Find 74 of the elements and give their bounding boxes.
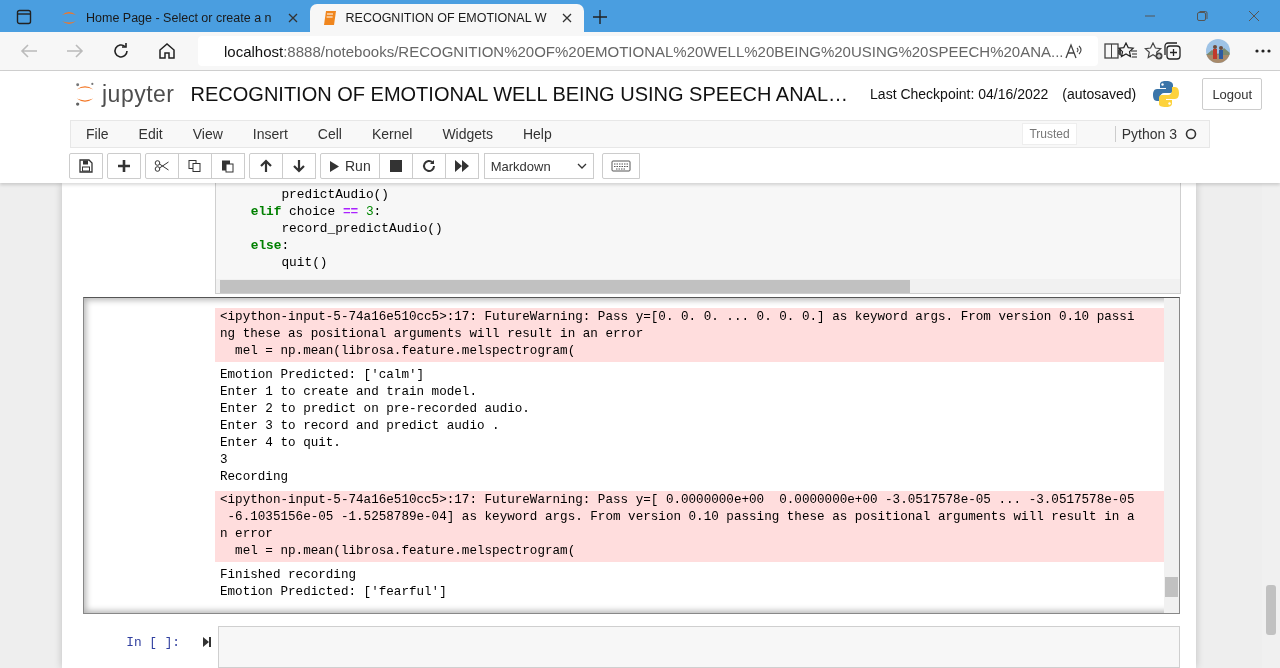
menu-item[interactable]: File bbox=[71, 126, 123, 142]
autosave-status: (autosaved) bbox=[1062, 86, 1137, 102]
url-host: localhost bbox=[224, 42, 284, 60]
cell-prompt: In [ ]: bbox=[125, 634, 180, 650]
checkpoint-label: Last Checkpoint: 04/16/2022 bbox=[870, 86, 1049, 102]
menu-item[interactable]: Kernel bbox=[355, 126, 427, 142]
browser-tab[interactable]: RECOGNITION OF EMOTIONAL W bbox=[309, 4, 585, 32]
arrow-up-icon bbox=[258, 159, 274, 173]
warning-output: <ipython-input-5-74a16e510cc5>:17: FutureWarning: Pass y=[ 0.0000000e+00 0.0000000e+00 -3.0517578e-05 ... -3.0517578e-05 -6.1035156e-05 -1.5258789e-04] as keyword args. From version 0.10 passing these as positional arguments will result in a n error mel = np.mean(librosa.feature.melspectrogram( bbox=[215, 491, 1164, 562]
book-icon bbox=[321, 10, 338, 26]
run-button[interactable]: Run bbox=[320, 153, 380, 179]
warning-output: <ipython-input-5-74a16e510cc5>:17: FutureWarning: Pass y=[0. 0. 0. ... 0. 0. 0.] as keyword args. From version 0.10 passi ng these as positional arguments will result in an error mel = np.mean(librosa.feature.melspectrogram( bbox=[215, 308, 1164, 362]
paste-button[interactable] bbox=[211, 153, 245, 179]
empty-code-cell[interactable] bbox=[218, 626, 1180, 668]
play-icon bbox=[329, 159, 340, 173]
fast-forward-icon bbox=[453, 159, 470, 173]
add-favorite-icon[interactable] bbox=[1143, 42, 1164, 60]
cell-type-dropdown[interactable]: Markdown bbox=[483, 153, 594, 179]
code-line: else: bbox=[249, 237, 290, 254]
plus-icon bbox=[116, 159, 132, 173]
code-line: record_predictAudio() bbox=[280, 220, 443, 237]
copy-button[interactable] bbox=[178, 153, 212, 179]
menu-item[interactable]: Insert bbox=[236, 126, 302, 142]
read-aloud-icon[interactable] bbox=[1063, 42, 1084, 60]
move-up-button[interactable] bbox=[249, 153, 283, 179]
paste-icon bbox=[220, 159, 236, 173]
restart-button[interactable] bbox=[411, 153, 446, 179]
scissors-icon bbox=[154, 159, 170, 173]
stdout-output: Emotion Predicted: ['calm'] Enter 1 to create and train model. Enter 2 to predict on pre-recorded audio. Enter 3 to record and predict audio . Enter 4 to quit. 3 Recording bbox=[219, 367, 531, 486]
app-logo-text[interactable]: jupyter bbox=[102, 80, 175, 108]
trusted-indicator[interactable]: Trusted bbox=[1022, 123, 1077, 145]
logout-button[interactable]: Logout bbox=[1202, 78, 1263, 110]
stop-icon bbox=[387, 159, 404, 173]
reader-view-icon[interactable] bbox=[1103, 42, 1124, 60]
collections-icon[interactable] bbox=[1162, 41, 1182, 61]
arrow-down-icon bbox=[291, 159, 307, 173]
favorites-icon[interactable] bbox=[1118, 42, 1138, 60]
insert-cell-button[interactable] bbox=[107, 153, 141, 179]
stop-button[interactable] bbox=[378, 153, 413, 179]
chevron-down-icon bbox=[576, 163, 587, 169]
move-down-button[interactable] bbox=[282, 153, 316, 179]
run-cell-icon[interactable] bbox=[202, 636, 212, 648]
menu-item[interactable]: Widgets bbox=[426, 126, 507, 142]
save-icon bbox=[78, 159, 94, 173]
code-line: elif choice == 3: bbox=[249, 203, 382, 220]
kernel-name[interactable]: Python 3 bbox=[1114, 126, 1177, 142]
horizontal-scrollbar[interactable] bbox=[216, 279, 1180, 293]
url-path: :8888/notebooks/RECOGNITION%20OF%20EMOTIONAL%20WELL%20BEING%20USING%20SPEECH%20ANA... bbox=[283, 42, 1064, 60]
restart-icon bbox=[420, 159, 437, 173]
stdout-output: Finished recording Emotion Predicted: ['fearful'] bbox=[219, 567, 448, 601]
maximize-icon[interactable] bbox=[1196, 10, 1208, 22]
browser-tab[interactable]: Home Page - Select or create a n bbox=[48, 4, 310, 32]
run-all-button[interactable] bbox=[444, 153, 479, 179]
copy-icon bbox=[187, 159, 203, 173]
output-scrollbar[interactable] bbox=[1164, 298, 1179, 613]
window-menu-icon[interactable] bbox=[16, 9, 32, 25]
code-line: predictAudio() bbox=[280, 186, 389, 203]
menu-item[interactable]: Help bbox=[506, 126, 566, 142]
menu-item[interactable]: Edit bbox=[122, 126, 177, 142]
keyboard-icon bbox=[610, 159, 631, 173]
code-line: quit() bbox=[280, 254, 328, 271]
kernel-idle-icon bbox=[1185, 128, 1197, 140]
new-tab-icon[interactable] bbox=[592, 9, 609, 25]
menu-item[interactable]: View bbox=[176, 126, 237, 142]
save-button[interactable] bbox=[69, 153, 103, 179]
home-icon[interactable] bbox=[156, 40, 178, 62]
notebook-title[interactable]: RECOGNITION OF EMOTIONAL WELL BEING USING SPEECH ANAL… bbox=[190, 82, 849, 106]
menu-item[interactable]: Cell bbox=[301, 126, 356, 142]
more-icon[interactable] bbox=[1254, 48, 1272, 54]
python-logo-icon bbox=[1152, 80, 1181, 108]
jupyter-logo-icon bbox=[74, 81, 96, 107]
jupyter-tab-icon bbox=[60, 9, 78, 27]
close-icon[interactable] bbox=[562, 13, 573, 23]
cut-button[interactable] bbox=[145, 153, 179, 179]
